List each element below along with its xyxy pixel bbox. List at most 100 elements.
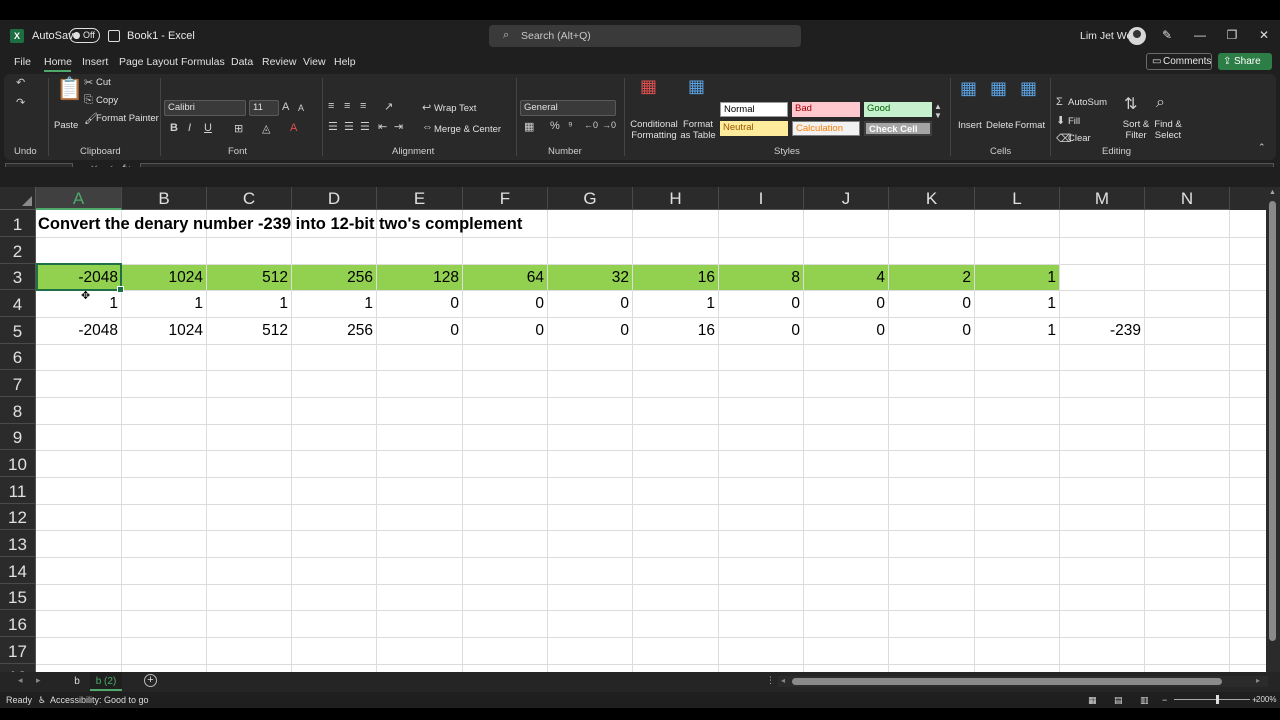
cell-e5[interactable]: 0 bbox=[376, 317, 462, 343]
cell-b3[interactable]: 1024 bbox=[121, 264, 206, 290]
column-header-k[interactable]: K bbox=[889, 187, 975, 210]
cell-g3[interactable]: 32 bbox=[547, 264, 632, 290]
cell-a1-title[interactable]: Convert the denary number -239 into 12-b… bbox=[38, 210, 522, 237]
tab-help[interactable]: Help bbox=[334, 56, 356, 68]
horizontal-scroll-thumb[interactable] bbox=[792, 678, 1222, 685]
vertical-scrollbar[interactable]: ▲ ▼ bbox=[1266, 187, 1280, 692]
column-header-g[interactable]: G bbox=[548, 187, 633, 210]
conditional-formatting-icon[interactable]: ▦ bbox=[640, 76, 657, 97]
row-header-5[interactable]: 5 bbox=[0, 317, 36, 344]
decrease-decimal-icon[interactable]: →0 bbox=[602, 120, 616, 130]
row-header-6[interactable]: 6 bbox=[0, 344, 36, 370]
cell-d4[interactable]: 1 bbox=[291, 290, 376, 316]
copy-button[interactable]: Copy bbox=[96, 95, 118, 106]
vertical-scroll-thumb[interactable] bbox=[1269, 201, 1276, 641]
tab-review[interactable]: Review bbox=[262, 56, 296, 68]
row-header-2[interactable]: 2 bbox=[0, 237, 36, 264]
cell-k3[interactable]: 2 bbox=[888, 264, 974, 290]
cell-h4[interactable]: 1 bbox=[632, 290, 718, 316]
select-all-button[interactable] bbox=[0, 187, 36, 210]
font-color-icon[interactable]: A bbox=[290, 122, 297, 134]
scroll-up-icon[interactable]: ▲ bbox=[1269, 189, 1276, 196]
bold-icon[interactable]: B bbox=[170, 122, 178, 134]
comments-button[interactable]: ▭ Comments bbox=[1146, 53, 1212, 70]
add-sheet-button[interactable]: + bbox=[144, 674, 157, 687]
row-header-10[interactable]: 10 bbox=[0, 450, 36, 477]
undo-icon[interactable]: ↶ bbox=[16, 76, 25, 89]
sort-filter-button[interactable]: Sort & Filter bbox=[1118, 119, 1154, 141]
zoom-level[interactable]: 200% bbox=[1256, 695, 1276, 704]
cell-c3[interactable]: 512 bbox=[206, 264, 291, 290]
column-header-l[interactable]: L bbox=[975, 187, 1060, 210]
save-icon[interactable] bbox=[108, 30, 120, 42]
cell-k5[interactable]: 0 bbox=[888, 317, 974, 343]
column-header-d[interactable]: D bbox=[292, 187, 377, 210]
scroll-right-icon[interactable]: ▸ bbox=[1256, 676, 1260, 685]
fill-color-icon[interactable]: ◬ bbox=[262, 122, 270, 135]
sheet-tab-b[interactable]: b bbox=[66, 672, 88, 691]
fill-button[interactable]: Fill bbox=[1068, 116, 1080, 127]
tab-data[interactable]: Data bbox=[231, 56, 253, 68]
number-format-select[interactable]: General bbox=[520, 100, 616, 116]
restore-icon[interactable]: ❐ bbox=[1224, 28, 1240, 42]
style-normal[interactable]: Normal bbox=[720, 102, 788, 117]
find-select-button[interactable]: Find & Select bbox=[1150, 119, 1186, 141]
zoom-slider-knob[interactable] bbox=[1216, 695, 1219, 704]
page-break-view-icon[interactable]: ▥ bbox=[1140, 695, 1149, 706]
row-header-13[interactable]: 13 bbox=[0, 530, 36, 557]
share-button[interactable]: ⇪ Share bbox=[1218, 53, 1272, 70]
cell-k4[interactable]: 0 bbox=[888, 290, 974, 316]
align-top-icon[interactable]: ≡ bbox=[328, 100, 334, 112]
font-size-select[interactable]: 11 bbox=[249, 100, 279, 116]
row-header-11[interactable]: 11 bbox=[0, 477, 36, 504]
row-header-1[interactable]: 1 bbox=[0, 210, 36, 237]
cell-b5[interactable]: 1024 bbox=[121, 317, 206, 343]
zoom-out-icon[interactable]: − bbox=[1162, 695, 1167, 705]
paste-label[interactable]: Paste bbox=[54, 120, 78, 131]
cell-b4[interactable]: 1 bbox=[121, 290, 206, 316]
align-middle-icon[interactable]: ≡ bbox=[344, 100, 350, 112]
accessibility-status[interactable]: Accessibility: Good to go bbox=[50, 695, 149, 705]
style-bad[interactable]: Bad bbox=[792, 102, 860, 117]
row-header-9[interactable]: 9 bbox=[0, 424, 36, 450]
paste-icon[interactable]: 📋 bbox=[56, 76, 83, 102]
tab-page-layout[interactable]: Page Layout bbox=[119, 56, 178, 68]
sheet-tab-b-2[interactable]: b (2) bbox=[90, 672, 122, 691]
increase-font-icon[interactable]: A bbox=[282, 101, 289, 113]
cell-f4[interactable]: 0 bbox=[462, 290, 547, 316]
row-header-15[interactable]: 15 bbox=[0, 584, 36, 610]
tab-view[interactable]: View bbox=[303, 56, 326, 68]
insert-cells-icon[interactable]: ▦ bbox=[960, 78, 977, 99]
cell-h3[interactable]: 16 bbox=[632, 264, 718, 290]
avatar[interactable] bbox=[1128, 27, 1146, 45]
increase-decimal-icon[interactable]: ←0 bbox=[584, 120, 598, 130]
font-name-select[interactable]: Calibri bbox=[164, 100, 246, 116]
cell-f3[interactable]: 64 bbox=[462, 264, 547, 290]
column-header-n[interactable]: N bbox=[1145, 187, 1230, 210]
insert-button[interactable]: Insert bbox=[958, 120, 982, 131]
column-header-e[interactable]: E bbox=[377, 187, 463, 210]
cell-grid[interactable]: Convert the denary number -239 into 12-b… bbox=[36, 210, 1266, 672]
cell-i4[interactable]: 0 bbox=[718, 290, 803, 316]
cell-i5[interactable]: 0 bbox=[718, 317, 803, 343]
horizontal-scrollbar[interactable]: ◂ ▸ bbox=[778, 676, 1268, 687]
column-header-j[interactable]: J bbox=[804, 187, 889, 210]
tab-splitter-icon[interactable]: ⋮ bbox=[766, 675, 775, 686]
currency-icon[interactable]: ▦ bbox=[524, 120, 534, 133]
zoom-slider[interactable] bbox=[1174, 699, 1250, 700]
cell-j3[interactable]: 4 bbox=[803, 264, 888, 290]
row-header-7[interactable]: 7 bbox=[0, 370, 36, 397]
active-cell-selection[interactable] bbox=[36, 263, 124, 293]
column-header-h[interactable]: H bbox=[633, 187, 719, 210]
tab-insert[interactable]: Insert bbox=[82, 56, 108, 68]
style-neutral[interactable]: Neutral bbox=[720, 121, 788, 136]
align-left-icon[interactable]: ☰ bbox=[328, 120, 338, 133]
styles-scroll-icon[interactable]: ▲ ▼ bbox=[934, 102, 942, 120]
row-header-12[interactable]: 12 bbox=[0, 504, 36, 530]
italic-icon[interactable]: I bbox=[188, 122, 191, 134]
pen-icon[interactable]: ✎ bbox=[1162, 28, 1172, 42]
search-input[interactable]: ⌕ Search (Alt+Q) bbox=[489, 25, 801, 47]
cell-l5[interactable]: 1 bbox=[974, 317, 1059, 343]
cell-d5[interactable]: 256 bbox=[291, 317, 376, 343]
redo-icon[interactable]: ↷ bbox=[16, 96, 25, 109]
